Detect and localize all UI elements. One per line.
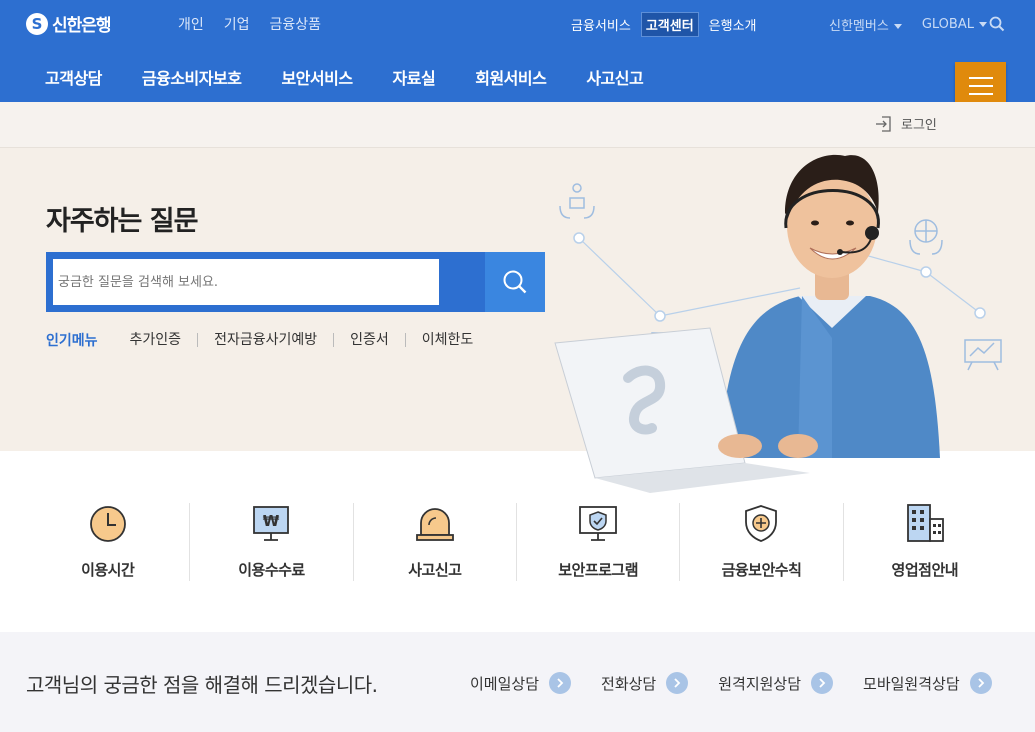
main-nav: 고객상담 금융소비자보호 보안서비스 자료실 회원서비스 사고신고 xyxy=(45,65,644,89)
clock-icon xyxy=(89,506,126,542)
main-nav-consumer-protection[interactable]: 금융소비자보호 xyxy=(142,65,242,89)
quick-menu-item-report[interactable]: 사고신고 xyxy=(352,503,516,581)
hamburger-line xyxy=(968,92,993,95)
hamburger-line xyxy=(968,84,993,87)
bank-logo[interactable]: S 신한은행 xyxy=(26,11,112,36)
consult-message: 고객님의 궁금한 점을 해결해 드리겠습니다. xyxy=(26,673,378,697)
chevron-right-icon xyxy=(666,672,689,694)
quick-menu-item-hours[interactable]: 이용시간 xyxy=(26,503,189,581)
chevron-down-icon xyxy=(978,22,987,27)
consult-links: 이메일상담 전화상담 원격지원상담 모바일원격상담 xyxy=(470,672,992,694)
popular-menu: 인기메뉴 추가인증 전자금융사기예방 인증서 이체한도 xyxy=(46,330,489,350)
consult-link-label: 전화상담 xyxy=(601,674,657,693)
util-nav-customer-center[interactable]: 고객센터 xyxy=(640,12,699,37)
site-header: S 신한은행 개인 기업 금융상품 금융서비스 고객센터 은행소개 신한멤버스 … xyxy=(0,0,1035,109)
top-nav-personal[interactable]: 개인 xyxy=(178,14,204,34)
global-label: GLOBAL xyxy=(921,17,974,32)
popular-menu-title: 인기메뉴 xyxy=(46,333,98,349)
popular-item[interactable]: 추가인증 xyxy=(130,333,198,347)
util-nav: 금융서비스 고객센터 은행소개 xyxy=(567,12,761,37)
faq-search xyxy=(46,252,545,312)
page-title: 자주하는 질문 xyxy=(46,206,198,237)
quick-menu-item-branches[interactable]: 영업점안내 xyxy=(842,503,1006,581)
popular-item[interactable]: 이체한도 xyxy=(404,333,490,347)
building-icon xyxy=(906,504,944,542)
lang-nav: 신한멤버스 GLOBAL xyxy=(829,15,987,34)
hamburger-line xyxy=(968,76,993,79)
shield-monitor-icon xyxy=(579,506,618,541)
faq-search-button[interactable] xyxy=(485,252,545,312)
consult-strip: 고객님의 궁금한 점을 해결해 드리겠습니다. 이메일상담 전화상담 원격지원상… xyxy=(0,632,1035,732)
util-nav-financial-service[interactable]: 금융서비스 xyxy=(567,13,635,36)
chevron-right-icon xyxy=(969,672,992,694)
logo-mark-icon: S xyxy=(26,12,48,35)
quick-menu-label: 이용시간 xyxy=(81,561,135,579)
consult-link-label: 이메일상담 xyxy=(470,674,540,693)
quick-menu-label: 보안프로그램 xyxy=(558,561,639,579)
search-icon[interactable] xyxy=(989,16,1005,32)
main-nav-member[interactable]: 회원서비스 xyxy=(475,65,547,89)
consult-link-label: 원격지원상담 xyxy=(718,674,802,693)
quick-menu-item-security-program[interactable]: 보안프로그램 xyxy=(515,503,679,581)
consult-link-label: 모바일원격상담 xyxy=(863,674,960,693)
quick-menu-item-security-rules[interactable]: 금융보안수칙 xyxy=(679,503,842,581)
chevron-right-icon xyxy=(811,672,834,694)
search-icon xyxy=(503,270,527,294)
quick-menu-label: 영업점안내 xyxy=(891,561,959,579)
util-nav-about[interactable]: 은행소개 xyxy=(705,13,761,36)
quick-menu: 이용시간 ₩ 이용수수료 사고신고 보안프로그램 금융보안수칙 영업점안내 xyxy=(26,503,1006,581)
chevron-down-icon xyxy=(893,24,902,29)
won-monitor-icon: ₩ xyxy=(253,506,290,541)
top-nav-products[interactable]: 금융상품 xyxy=(270,14,322,34)
quick-menu-label: 금융보안수칙 xyxy=(721,561,802,579)
popular-item[interactable]: 인증서 xyxy=(333,333,405,347)
top-nav-business[interactable]: 기업 xyxy=(224,14,250,34)
main-nav-consulting[interactable]: 고객상담 xyxy=(45,65,102,89)
svg-text:₩: ₩ xyxy=(263,512,280,530)
family-site-label: 신한멤버스 xyxy=(829,19,889,34)
consult-email-link[interactable]: 이메일상담 xyxy=(470,672,572,694)
top-nav: 개인 기업 금융상품 xyxy=(178,14,321,34)
quick-menu-label: 이용수수료 xyxy=(238,561,305,579)
faq-search-input[interactable] xyxy=(53,259,439,305)
popular-item[interactable]: 전자금융사기예방 xyxy=(197,333,333,347)
siren-icon xyxy=(415,508,454,541)
quick-menu-label: 사고신고 xyxy=(408,561,462,579)
chevron-right-icon xyxy=(549,672,572,694)
global-dropdown[interactable]: GLOBAL xyxy=(922,17,987,32)
shield-plus-icon xyxy=(745,505,778,542)
family-site-dropdown[interactable]: 신한멤버스 xyxy=(829,15,902,34)
quick-menu-item-fees[interactable]: ₩ 이용수수료 xyxy=(189,503,352,581)
main-nav-report[interactable]: 사고신고 xyxy=(586,65,643,89)
main-nav-library[interactable]: 자료실 xyxy=(393,65,436,89)
consult-phone-link[interactable]: 전화상담 xyxy=(601,672,689,694)
logo-text: 신한은행 xyxy=(52,16,112,36)
customer-agent-illustration xyxy=(554,154,1002,493)
main-nav-security[interactable]: 보안서비스 xyxy=(281,65,353,89)
consult-mobile-remote-link[interactable]: 모바일원격상담 xyxy=(863,672,992,694)
consult-remote-link[interactable]: 원격지원상담 xyxy=(718,672,834,694)
